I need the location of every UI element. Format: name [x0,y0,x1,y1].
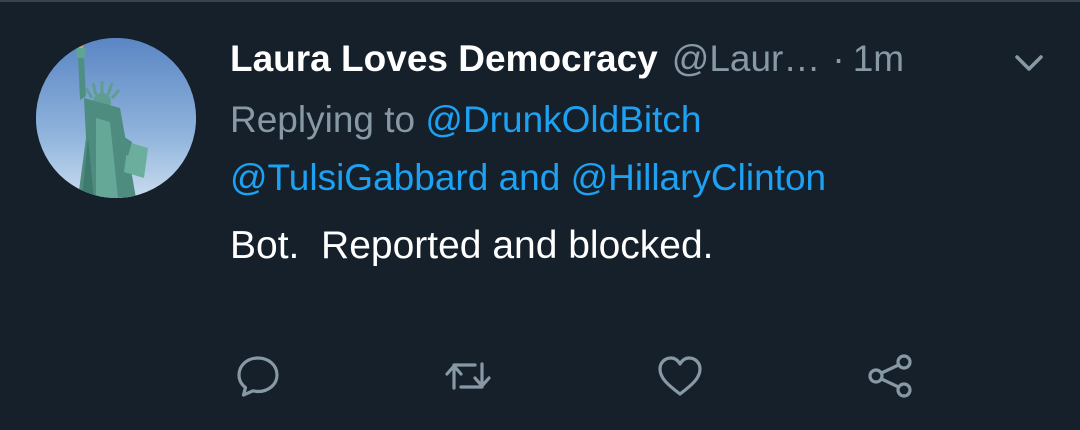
reply-icon[interactable] [232,350,284,402]
like-icon[interactable] [654,350,706,402]
mention-joiner: and [498,157,561,198]
tweet-header: Laura Loves Democracy @Laur… · 1m [230,38,904,84]
tweet-actions [0,350,1080,402]
chevron-down-icon[interactable] [1012,50,1046,76]
display-name[interactable]: Laura Loves Democracy [230,38,658,80]
mention-link[interactable]: @HillaryClinton [571,157,827,198]
statue-of-liberty-image [36,38,196,198]
separator-dot: · [832,38,845,79]
mention-link[interactable]: @TulsiGabbard [230,157,488,198]
mention-link[interactable]: @DrunkOldBitch [425,99,701,140]
user-handle[interactable]: @Laur… [672,38,821,80]
timestamp[interactable]: 1m [853,38,904,80]
retweet-icon[interactable] [442,350,494,402]
replying-to-label: Replying to [230,99,416,140]
avatar[interactable] [36,38,196,198]
top-divider [0,0,1080,2]
replying-to-line-continued: @TulsiGabbard and @HillaryClinton [230,157,826,199]
tweet-text: Bot. Reported and blocked. [230,224,714,267]
share-icon[interactable] [864,350,916,402]
replying-to-line: Replying to @DrunkOldBitch [230,99,701,141]
